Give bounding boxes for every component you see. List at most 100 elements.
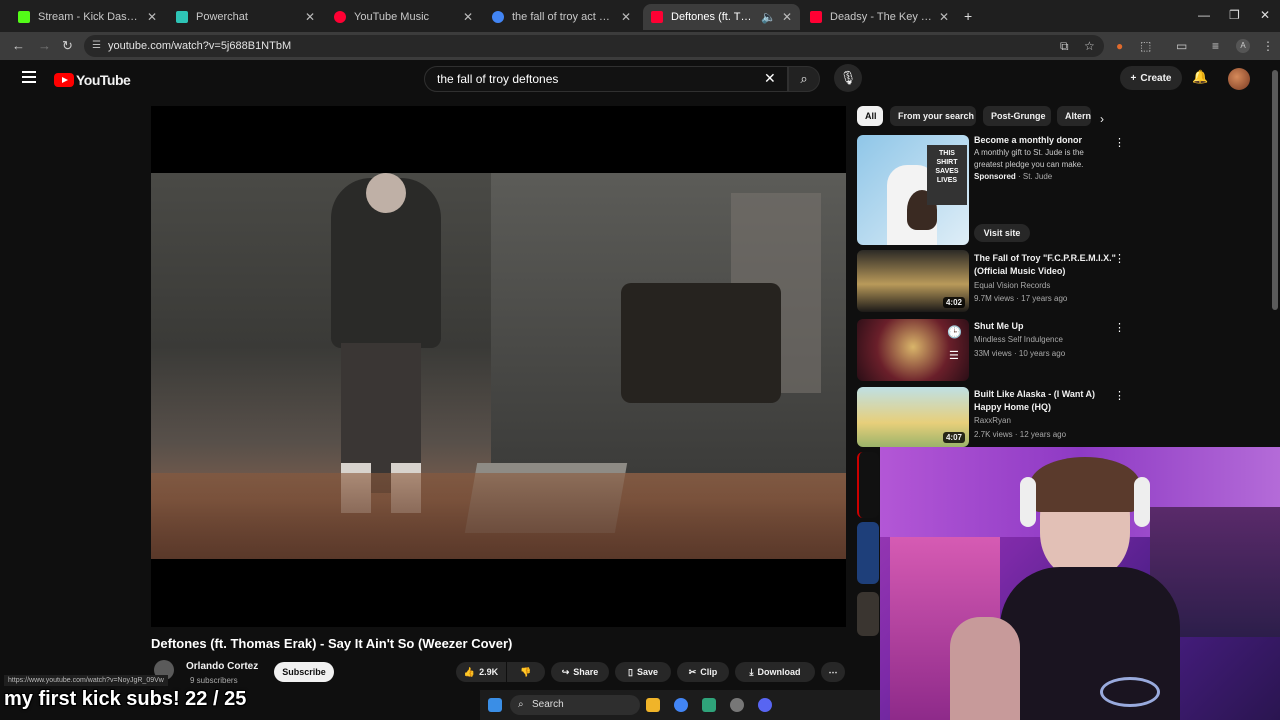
- chip-all[interactable]: All: [857, 106, 883, 126]
- puzzle-icon[interactable]: ⬚: [1140, 39, 1151, 53]
- back-icon[interactable]: ←: [12, 38, 25, 53]
- file-explorer-icon[interactable]: [646, 698, 660, 712]
- forward-icon[interactable]: →: [38, 38, 51, 53]
- chevron-right-icon[interactable]: ›: [1100, 112, 1104, 126]
- video-duration: 4:07: [942, 432, 965, 443]
- video-meta: 33M views · 10 years ago: [974, 349, 1066, 358]
- close-tab-icon[interactable]: ✕: [147, 10, 157, 24]
- video-thumbnail[interactable]: 🕒 ☰: [857, 319, 969, 381]
- visit-site-button[interactable]: Visit site: [974, 224, 1030, 242]
- youtube-logo[interactable]: YouTube: [54, 72, 131, 88]
- video-thumbnail[interactable]: [857, 592, 879, 636]
- dislike-button[interactable]: 👎: [507, 662, 545, 682]
- channel-name[interactable]: Orlando Cortez: [186, 661, 258, 672]
- minimize-icon[interactable]: —: [1198, 8, 1210, 22]
- logo-text: YouTube: [76, 72, 131, 88]
- windows-start-icon[interactable]: [488, 698, 502, 712]
- notifications-bell-icon[interactable]: 🔔: [1192, 69, 1208, 85]
- clear-search-icon[interactable]: ✕: [764, 70, 776, 87]
- video-title-line1[interactable]: Shut Me Up: [974, 320, 1024, 333]
- save-label: Save: [636, 667, 658, 677]
- channel-name[interactable]: Mindless Self Indulgence: [974, 335, 1063, 344]
- video-title-line2[interactable]: Happy Home (HQ): [974, 401, 1051, 414]
- video-frame: [151, 173, 846, 559]
- like-button[interactable]: 👍 2.9K: [456, 662, 506, 682]
- performer-head: [366, 173, 406, 213]
- install-app-icon[interactable]: ⧉: [1060, 39, 1069, 54]
- tab-youtube-music[interactable]: YouTube Music ✕: [326, 4, 481, 30]
- stage-floor: [151, 473, 846, 559]
- menu-icon[interactable]: [22, 71, 36, 83]
- video-thumbnail[interactable]: [857, 522, 879, 584]
- channel-name[interactable]: Equal Vision Records: [974, 281, 1050, 290]
- new-tab-button[interactable]: +: [964, 8, 972, 24]
- video-title-line1[interactable]: The Fall of Troy "F.C.P.R.E.M.I.X.": [974, 252, 1116, 265]
- video-thumbnail[interactable]: 4:07: [857, 387, 969, 447]
- channel-name[interactable]: RaxxRyan: [974, 416, 1011, 425]
- taskbar-search-label: Search: [532, 699, 564, 710]
- chip-alternative[interactable]: Altern: [1057, 106, 1091, 126]
- advertiser-name: · St. Jude: [1018, 172, 1053, 181]
- share-button[interactable]: ↪ Share: [551, 662, 609, 682]
- scrollbar-thumb[interactable]: [1272, 70, 1278, 310]
- more-options-icon[interactable]: ⋮: [1114, 252, 1125, 265]
- video-title-line1[interactable]: Built Like Alaska - (I Want A): [974, 388, 1095, 401]
- tab-label: Deftones (ft. Thomas Erak): [671, 11, 755, 23]
- tab-kick-dashboard[interactable]: Stream - Kick Dashboard ✕: [10, 4, 165, 30]
- video-thumbnail[interactable]: [857, 452, 879, 518]
- more-actions-button[interactable]: ⋯: [821, 662, 845, 682]
- chrome-icon[interactable]: [674, 698, 688, 712]
- address-bar[interactable]: ☰ youtube.com/watch?v=5j688B1NTbM: [84, 35, 1104, 57]
- tab-search-icon[interactable]: ≡: [1212, 39, 1219, 53]
- restore-icon[interactable]: ❐: [1229, 8, 1240, 22]
- video-title-line2[interactable]: (Official Music Video): [974, 265, 1065, 278]
- close-tab-icon[interactable]: ✕: [305, 10, 315, 24]
- close-tab-icon[interactable]: ✕: [463, 10, 473, 24]
- reload-icon[interactable]: ↻: [62, 38, 73, 54]
- ad-title[interactable]: Become a monthly donor: [974, 134, 1082, 147]
- page-scrollbar[interactable]: [1270, 60, 1280, 450]
- video-title: Deftones (ft. Thomas Erak) - Say It Ain'…: [151, 636, 513, 651]
- more-options-icon[interactable]: ⋮: [1114, 389, 1125, 402]
- close-tab-icon[interactable]: ✕: [939, 10, 949, 24]
- ad-thumbnail[interactable]: THIS SHIRT SAVES LIVES: [857, 135, 969, 245]
- account-avatar[interactable]: [1228, 68, 1250, 90]
- chip-from-your-search[interactable]: From your search: [890, 106, 976, 126]
- search-button[interactable]: ⌕: [788, 66, 820, 92]
- profile-icon[interactable]: A: [1236, 39, 1250, 53]
- menu-kebab-icon[interactable]: ⋮: [1262, 39, 1274, 53]
- video-player[interactable]: [151, 106, 846, 627]
- create-button[interactable]: + Create: [1120, 66, 1182, 90]
- bookmark-star-icon[interactable]: ☆: [1084, 39, 1095, 53]
- subscribe-button[interactable]: Subscribe: [274, 662, 334, 682]
- voice-search-button[interactable]: 🎙: [834, 64, 862, 92]
- taskbar-search[interactable]: ⌕ Search: [510, 695, 640, 715]
- add-to-queue-icon[interactable]: ☰: [949, 349, 959, 362]
- close-tab-icon[interactable]: ✕: [621, 10, 631, 24]
- speaker-icon[interactable]: 🔈: [761, 10, 776, 24]
- extension-icon[interactable]: ●: [1116, 39, 1123, 53]
- tab-deadsy[interactable]: Deadsy - The Key To Gramercy ✕: [802, 4, 957, 30]
- subscriber-count: 9 subscribers: [190, 676, 238, 685]
- headphone-left: [1020, 477, 1036, 527]
- tab-deftones-active[interactable]: Deftones (ft. Thomas Erak) 🔈 ✕: [643, 4, 800, 30]
- search-input[interactable]: the fall of troy deftones: [424, 66, 788, 92]
- settings-gear-icon[interactable]: [730, 698, 744, 712]
- close-window-icon[interactable]: ✕: [1260, 8, 1270, 22]
- app-icon[interactable]: [702, 698, 716, 712]
- more-options-icon[interactable]: ⋮: [1114, 136, 1125, 149]
- discord-icon[interactable]: [758, 698, 772, 712]
- watch-later-icon[interactable]: 🕒: [947, 325, 962, 339]
- download-button[interactable]: ⤓ Download: [735, 662, 815, 682]
- chip-post-grunge[interactable]: Post-Grunge: [983, 106, 1051, 126]
- tab-google-search[interactable]: the fall of troy act one scene on ✕: [484, 4, 639, 30]
- ad-desc-line2: greatest pledge you can make.: [974, 160, 1084, 169]
- site-info-icon[interactable]: ☰: [92, 35, 101, 57]
- video-thumbnail[interactable]: 4:02: [857, 250, 969, 312]
- save-button[interactable]: ▯ Save: [615, 662, 671, 682]
- side-panel-icon[interactable]: ▭: [1176, 39, 1187, 53]
- tab-powerchat[interactable]: Powerchat ✕: [168, 4, 323, 30]
- clip-button[interactable]: ✂ Clip: [677, 662, 729, 682]
- more-options-icon[interactable]: ⋮: [1114, 321, 1125, 334]
- close-tab-icon[interactable]: ✕: [782, 10, 792, 24]
